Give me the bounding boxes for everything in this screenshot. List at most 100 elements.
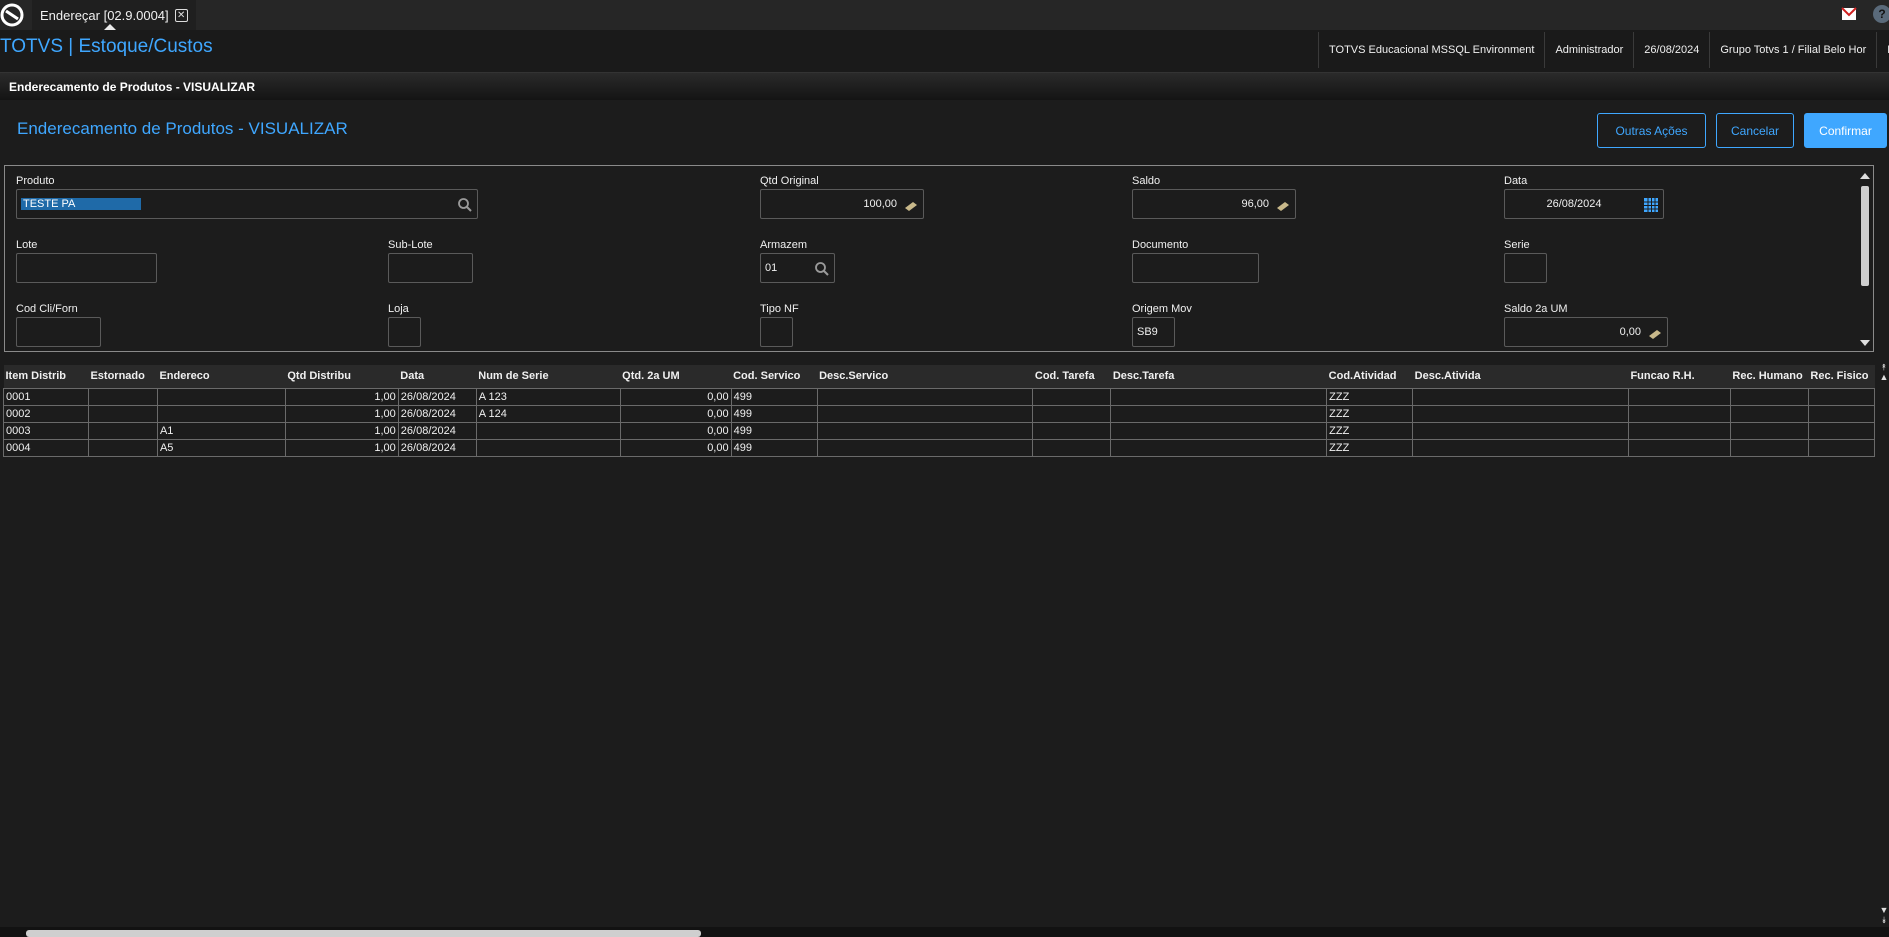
table-cell[interactable]	[1412, 387, 1629, 406]
table-cell[interactable]	[1627, 404, 1731, 423]
close-icon[interactable]: ✕	[174, 8, 188, 22]
scroll-down-icon[interactable]	[1860, 340, 1870, 346]
column-header[interactable]: Qtd. 2a UM	[620, 365, 732, 388]
scroll-down-icon[interactable]: ▼	[1879, 906, 1889, 915]
table-cell[interactable]: A1	[156, 421, 286, 440]
column-header[interactable]: Cod. Servico	[731, 365, 818, 388]
table-cell[interactable]: 26/08/2024	[397, 404, 477, 423]
grid-horizontal-scrollbar[interactable]	[0, 927, 1889, 937]
table-cell[interactable]: 26/08/2024	[397, 438, 477, 457]
scroll-thumb[interactable]	[26, 930, 701, 937]
produto-input[interactable]: TESTE PA	[16, 189, 478, 219]
table-cell[interactable]	[1412, 438, 1629, 457]
loja-input[interactable]	[388, 317, 421, 347]
qtd-original-input[interactable]: 100,00	[760, 189, 924, 219]
column-header[interactable]: Endereco	[157, 365, 286, 388]
table-cell[interactable]	[475, 421, 621, 440]
table-cell[interactable]	[1110, 387, 1328, 406]
table-cell[interactable]: 0004	[3, 438, 89, 457]
table-cell[interactable]: 1,00	[284, 421, 399, 440]
table-cell[interactable]: 0,00	[619, 438, 732, 457]
scroll-top-icon[interactable]: ⯭	[1879, 363, 1889, 372]
table-cell[interactable]: 0002	[3, 404, 89, 423]
table-cell[interactable]	[1110, 404, 1328, 423]
table-cell[interactable]	[1032, 404, 1112, 423]
table-cell[interactable]	[1412, 421, 1629, 440]
scroll-up-icon[interactable]: ▲	[1879, 373, 1889, 382]
environment-label[interactable]: TOTVS Educacional MSSQL Environment	[1318, 32, 1544, 68]
form-scrollbar[interactable]	[1859, 168, 1871, 349]
date-label[interactable]: 26/08/2024	[1633, 32, 1709, 68]
column-header[interactable]: Item Distrib	[3, 365, 89, 388]
scroll-thumb[interactable]	[1861, 186, 1869, 286]
table-cell[interactable]	[816, 438, 1034, 457]
table-cell[interactable]: ZZZ	[1326, 387, 1414, 406]
table-cell[interactable]: ZZZ	[1326, 404, 1414, 423]
table-cell[interactable]: ZZZ	[1326, 438, 1414, 457]
search-icon[interactable]	[814, 261, 830, 277]
table-cell[interactable]: 1,00	[284, 387, 399, 406]
cod-cli-forn-input[interactable]	[16, 317, 101, 347]
column-header[interactable]: Num de Serie	[476, 365, 621, 388]
tipo-nf-input[interactable]	[760, 317, 793, 347]
table-cell[interactable]: 26/08/2024	[397, 387, 477, 406]
table-cell[interactable]	[1627, 438, 1731, 457]
branch-label[interactable]: Grupo Totvs 1 / Filial Belo Hor	[1709, 32, 1876, 68]
table-cell[interactable]	[156, 404, 286, 423]
user-label[interactable]: Administrador	[1544, 32, 1633, 68]
calculator-icon[interactable]	[1275, 197, 1291, 213]
table-cell[interactable]	[1807, 387, 1876, 406]
table-row[interactable]: 0003 A1 1,00 26/08/2024 0,00 499 ZZZ	[3, 421, 1876, 440]
table-cell[interactable]	[1412, 404, 1629, 423]
column-header[interactable]: Data	[398, 365, 477, 388]
table-cell[interactable]	[816, 387, 1034, 406]
table-cell[interactable]: 1,00	[284, 404, 399, 423]
saldo-2a-um-input[interactable]: 0,00	[1504, 317, 1668, 347]
table-row[interactable]: 0002 1,00 26/08/2024 A 124 0,00 499 ZZZ	[3, 404, 1876, 423]
table-cell[interactable]: 0003	[3, 421, 89, 440]
table-cell[interactable]	[475, 438, 621, 457]
scroll-up-icon[interactable]	[1860, 173, 1870, 179]
table-cell[interactable]: A 124	[475, 404, 621, 423]
table-cell[interactable]: 499	[730, 387, 818, 406]
origem-mov-input[interactable]: SB9	[1132, 317, 1175, 347]
other-actions-button[interactable]: Outras Ações	[1597, 113, 1706, 148]
table-cell[interactable]: 0,00	[619, 387, 732, 406]
table-cell[interactable]: ZZZ	[1326, 421, 1414, 440]
calculator-icon[interactable]	[903, 197, 919, 213]
table-row[interactable]: 0001 1,00 26/08/2024 A 123 0,00 499 ZZZ	[3, 387, 1876, 406]
table-cell[interactable]	[1807, 421, 1876, 440]
table-cell[interactable]	[1032, 387, 1112, 406]
table-cell[interactable]	[1627, 421, 1731, 440]
column-header[interactable]: Funcao R.H.	[1628, 365, 1731, 388]
table-cell[interactable]: 499	[730, 421, 818, 440]
column-header[interactable]: Desc.Ativida	[1412, 365, 1629, 388]
table-cell[interactable]: 499	[730, 404, 818, 423]
table-cell[interactable]	[87, 438, 158, 457]
table-cell[interactable]	[87, 421, 158, 440]
confirm-button[interactable]: Confirmar	[1804, 113, 1887, 148]
table-cell[interactable]	[1110, 421, 1328, 440]
column-header[interactable]: Rec. Fisico	[1808, 365, 1875, 388]
totvs-logo-icon[interactable]	[0, 2, 26, 28]
table-cell[interactable]	[816, 421, 1034, 440]
armazem-input[interactable]: 01	[760, 253, 835, 283]
table-cell[interactable]	[1032, 438, 1112, 457]
saldo-input[interactable]: 96,00	[1132, 189, 1296, 219]
column-header[interactable]: Rec. Humano	[1730, 365, 1809, 388]
column-header[interactable]: Desc.Servico	[817, 365, 1033, 388]
data-input[interactable]: 26/08/2024	[1504, 189, 1664, 219]
table-cell[interactable]	[1807, 404, 1876, 423]
column-header[interactable]: Estornado	[88, 365, 158, 388]
table-cell[interactable]	[156, 387, 286, 406]
mail-icon[interactable]	[1841, 7, 1857, 21]
scroll-bottom-icon[interactable]: ⯯	[1879, 916, 1889, 925]
column-header[interactable]: Desc.Tarefa	[1110, 365, 1327, 388]
column-header[interactable]: Cod. Tarefa	[1032, 365, 1111, 388]
calculator-icon[interactable]	[1647, 325, 1663, 341]
serie-input[interactable]	[1504, 253, 1547, 283]
search-icon[interactable]	[457, 197, 473, 213]
documento-input[interactable]	[1132, 253, 1259, 283]
table-cell[interactable]: A 123	[475, 387, 621, 406]
table-cell[interactable]	[1807, 438, 1876, 457]
